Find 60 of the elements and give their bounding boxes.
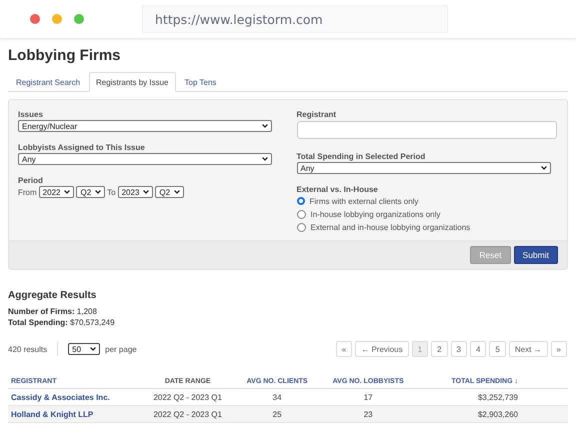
chevron-down-icon [64,190,70,194]
page-button[interactable]: 2 [431,341,448,357]
page-button[interactable]: Next → [508,341,548,357]
page-button[interactable]: 3 [450,341,467,357]
stat-value: $70,573,249 [70,318,115,327]
close-dot-icon[interactable] [30,14,40,24]
chevron-down-icon [90,347,96,351]
issues-dropdown[interactable]: Energy/Nuclear [18,120,272,132]
page-button[interactable]: 4 [470,341,486,357]
radio-label: In-house lobbying organizations only [310,210,440,218]
form-button[interactable]: Submit [514,246,558,264]
table-cell: 25 [234,406,320,422]
chevron-down-icon [540,166,546,170]
registrant-input[interactable] [296,121,556,139]
per-page-dropdown[interactable]: 50 [68,343,100,355]
section-title: Aggregate Results [8,290,98,301]
page-button[interactable]: ← Previous [355,341,409,357]
field-label: Registrant [296,110,336,119]
registrant-link[interactable]: Holland & Knight LLP [8,406,141,422]
tab[interactable]: Registrant Search [9,72,88,92]
page-button[interactable]: » [550,341,567,357]
stat-label: Number of Firms: [8,307,75,316]
year-dropdown[interactable]: 2023 [118,186,154,198]
field-label: External vs. In-House [296,185,378,194]
per-page-label: per page [105,344,137,354]
chevron-down-icon [95,190,102,194]
stat-value: 1,208 [76,307,97,316]
to-label: To [107,188,116,196]
minimize-dot-icon[interactable] [52,14,62,24]
radio-button[interactable] [296,222,306,232]
radio-label: External and in-house lobbying organizations [310,222,470,232]
address-bar[interactable]: https://www.legistorm.com [142,5,448,33]
radio-label: Firms with external clients only [310,196,418,206]
table-cell: 23 [319,406,417,422]
year-dropdown[interactable]: 2022 [38,186,74,198]
page-button[interactable]: 5 [489,341,506,357]
radio-button[interactable] [296,210,306,218]
radio-button[interactable] [296,197,304,205]
field-label: Issues [18,110,43,119]
tab[interactable]: Top Tens [178,72,224,92]
stat-label: Total Spending: [8,318,68,327]
table-cell: 2022 Q2 - 2023 Q1 [140,406,235,422]
field-label: Total Spending in Selected Period [296,152,426,161]
page-button[interactable]: « [336,341,352,357]
table-cell: $2,903,260 [416,406,568,422]
chevron-down-icon [262,124,268,128]
tab[interactable]: Registrants by Issue [89,72,176,92]
quarter-dropdown[interactable]: Q2 [76,186,106,198]
page-title: Lobbying Firms [8,47,122,64]
lobbyists-dropdown[interactable]: Any [18,153,272,165]
from-label: From [18,188,37,196]
spending-dropdown[interactable]: Any [296,162,550,174]
quarter-dropdown[interactable]: Q2 [155,186,184,198]
field-label: Period [18,176,43,185]
chevron-down-icon [262,157,268,161]
results-count: 420 results [8,344,48,354]
field-label: Lobbyists Assigned to This Issue [18,143,145,152]
chevron-down-icon [174,190,180,194]
maximize-dot-icon[interactable] [74,14,84,24]
chevron-down-icon [143,190,150,194]
